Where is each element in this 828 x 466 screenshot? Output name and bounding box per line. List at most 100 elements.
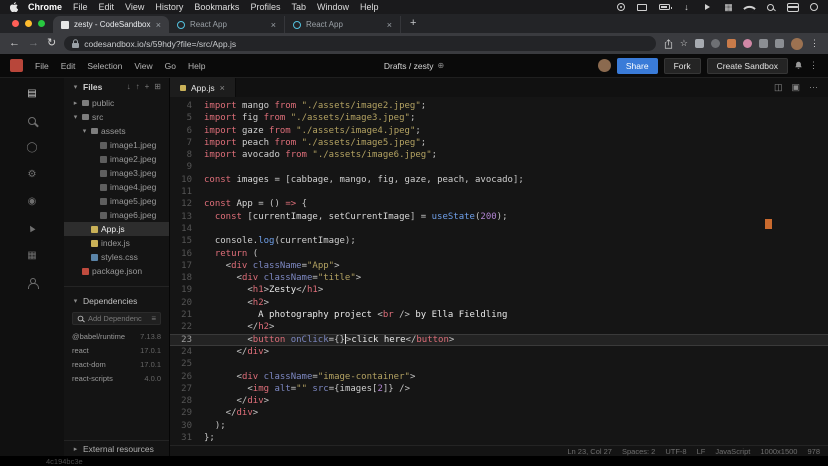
add-dependency-input[interactable]: Add Dependenc ≡: [72, 312, 161, 325]
browser-menu-icon[interactable]: ⋮: [810, 38, 819, 49]
breadcrumb[interactable]: Drafts / zesty ⊕: [384, 61, 444, 71]
dependency-react[interactable]: react17.0.1: [64, 343, 169, 357]
file-image4-jpeg[interactable]: image4.jpeg: [64, 180, 169, 194]
browser-tab-2[interactable]: React App×: [169, 16, 285, 33]
code-line-15[interactable]: 15 console.log(currentImage);: [170, 235, 828, 247]
status-cursor-position[interactable]: Ln 23, Col 27: [567, 447, 612, 456]
code-line-25[interactable]: 25: [170, 358, 828, 370]
code-line-7[interactable]: 7import peach from "./assets/image5.jpeg…: [170, 137, 828, 149]
siri-icon[interactable]: [809, 1, 818, 13]
code-line-11[interactable]: 11: [170, 186, 828, 198]
macos-menu-window[interactable]: Window: [317, 2, 349, 12]
filter-icon[interactable]: ≡: [151, 314, 156, 323]
address-bar[interactable]: codesandbox.io/s/59hdy?file=/src/App.js: [64, 36, 656, 51]
volume-icon[interactable]: [703, 1, 712, 13]
github-icon[interactable]: ◯: [26, 142, 37, 154]
more-icon[interactable]: ⋯: [809, 83, 818, 92]
macos-menu-history[interactable]: History: [155, 2, 183, 12]
code-line-9[interactable]: 9: [170, 161, 828, 173]
close-window-button[interactable]: [12, 20, 19, 27]
zoom-window-button[interactable]: [38, 20, 45, 27]
status-indentation[interactable]: Spaces: 2: [622, 447, 655, 456]
files-section-header[interactable]: ▾ Files ↓↑+⊞: [64, 78, 169, 96]
code-line-14[interactable]: 14: [170, 223, 828, 235]
create-sandbox-button[interactable]: Create Sandbox: [707, 58, 788, 74]
extension-icon[interactable]: [775, 39, 784, 48]
apple-menu-icon[interactable]: [10, 2, 18, 12]
editor-tab-appjs[interactable]: App.js ×: [170, 78, 236, 97]
macos-menu-edit[interactable]: Edit: [99, 2, 115, 12]
extension-icon[interactable]: [727, 39, 736, 48]
header-more-icon[interactable]: ⋮: [809, 60, 818, 71]
dependencies-section-header[interactable]: ▾ Dependencies: [64, 291, 169, 311]
new-file-icon[interactable]: +: [145, 83, 150, 91]
tab-close-icon[interactable]: ×: [271, 20, 276, 30]
code-line-20[interactable]: 20 <h2>: [170, 297, 828, 309]
forward-icon[interactable]: →: [28, 38, 39, 49]
status-encoding[interactable]: UTF-8: [665, 447, 686, 456]
browser-tab-1[interactable]: zesty - CodeSandbox×: [53, 16, 169, 33]
dependency-react-dom[interactable]: react-dom17.0.1: [64, 357, 169, 371]
status-dimensions[interactable]: 1000x1500: [760, 447, 797, 456]
spotlight-icon[interactable]: [766, 1, 775, 13]
code-line-5[interactable]: 5import fig from "./assets/image3.jpeg";: [170, 112, 828, 124]
minimize-window-button[interactable]: [25, 20, 32, 27]
search-icon[interactable]: [28, 115, 36, 127]
code-line-31[interactable]: 31};: [170, 432, 828, 444]
code-line-21[interactable]: 21 A photography project <br /> by Ella …: [170, 309, 828, 321]
code-line-23[interactable]: 23 <button onClick={}>click here</button…: [170, 334, 828, 346]
code-line-29[interactable]: 29 </div>: [170, 407, 828, 419]
export-sandbox-icon[interactable]: ↓: [127, 83, 131, 91]
editor-menu-help[interactable]: Help: [188, 61, 205, 71]
reload-icon[interactable]: ↻: [47, 38, 56, 49]
extension-icon[interactable]: [711, 39, 720, 48]
dependency--babel-runtime[interactable]: @babel/runtime7.13.8: [64, 329, 169, 343]
keyboard-icon[interactable]: ▦: [724, 1, 733, 13]
share-button[interactable]: Share: [617, 58, 658, 74]
dependency-react-scripts[interactable]: react-scripts4.0.0: [64, 371, 169, 385]
screen-record-icon[interactable]: [616, 1, 625, 13]
file-index-js[interactable]: index.js: [64, 236, 169, 250]
download-icon[interactable]: ↓: [682, 1, 691, 13]
fork-button[interactable]: Fork: [664, 58, 701, 74]
control-center-icon[interactable]: [787, 1, 797, 13]
code-line-17[interactable]: 17 <div className="App">: [170, 260, 828, 272]
extension-icon[interactable]: [695, 39, 704, 48]
settings-icon[interactable]: ⚙: [28, 169, 37, 181]
macos-menu-profiles[interactable]: Profiles: [250, 2, 280, 12]
code-line-28[interactable]: 28 </div>: [170, 395, 828, 407]
live-icon[interactable]: ◉: [28, 196, 37, 208]
code-line-12[interactable]: 12const App = () => {: [170, 198, 828, 210]
code-line-22[interactable]: 22 </h2>: [170, 321, 828, 333]
code-line-24[interactable]: 24 </div>: [170, 346, 828, 358]
split-view-icon[interactable]: ◫: [774, 83, 783, 92]
code-line-27[interactable]: 27 <img alt="" src={images[2]} />: [170, 383, 828, 395]
file-image5-jpeg[interactable]: image5.jpeg: [64, 194, 169, 208]
code-line-18[interactable]: 18 <div className="title">: [170, 272, 828, 284]
file-image6-jpeg[interactable]: image6.jpeg: [64, 208, 169, 222]
status-zoom[interactable]: 978: [807, 447, 820, 456]
codesandbox-logo[interactable]: [10, 59, 23, 72]
files-icon[interactable]: ▤: [27, 88, 36, 100]
macos-menu-chrome[interactable]: Chrome: [28, 2, 62, 12]
new-tab-button[interactable]: +: [401, 14, 425, 33]
file-public[interactable]: ▸public: [64, 96, 169, 110]
macos-menu-help[interactable]: Help: [360, 2, 379, 12]
team-icon[interactable]: [27, 277, 38, 289]
file-styles-css[interactable]: styles.css: [64, 250, 169, 264]
wifi-icon[interactable]: [745, 1, 754, 13]
display-icon[interactable]: [637, 1, 647, 13]
tab-close-icon[interactable]: ×: [156, 20, 161, 30]
file-image3-jpeg[interactable]: image3.jpeg: [64, 166, 169, 180]
file-src[interactable]: ▾src: [64, 110, 169, 124]
code-line-16[interactable]: 16 return (: [170, 248, 828, 260]
new-directory-icon[interactable]: ⊞: [154, 83, 161, 91]
external-resources-section-header[interactable]: ▸ External resources: [64, 440, 169, 456]
macos-menu-view[interactable]: View: [125, 2, 144, 12]
editor-menu-file[interactable]: File: [35, 61, 49, 71]
code-editor[interactable]: 4import mango from "./assets/image2.jpeg…: [170, 97, 828, 445]
editor-menu-go[interactable]: Go: [165, 61, 176, 71]
upload-file-icon[interactable]: ↑: [136, 83, 140, 91]
battery-icon[interactable]: [659, 1, 670, 13]
code-line-4[interactable]: 4import mango from "./assets/image2.jpeg…: [170, 100, 828, 112]
